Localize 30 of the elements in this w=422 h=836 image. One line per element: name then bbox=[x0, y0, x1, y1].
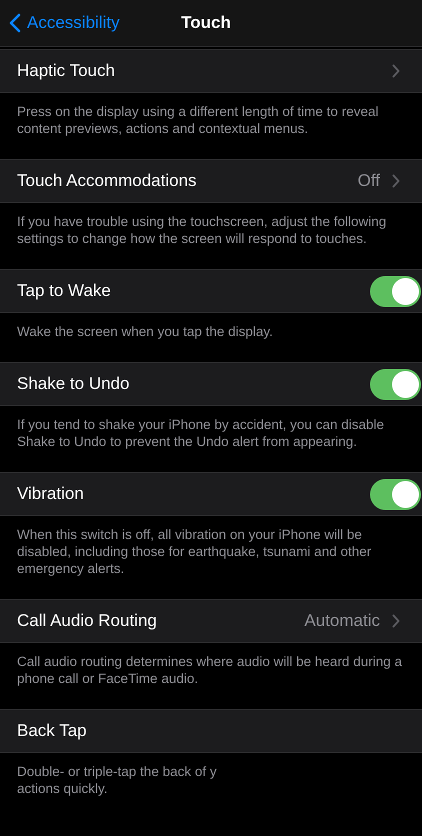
row-label: Tap to Wake bbox=[17, 281, 112, 301]
row-label: Call Audio Routing bbox=[17, 611, 158, 631]
toggle-switch[interactable] bbox=[370, 276, 421, 306]
page-title: Touch bbox=[181, 13, 231, 33]
row-value: Off bbox=[358, 171, 380, 191]
footer-text: When this switch is off, all vibration on your iPhone will be disabled, including those for earthquake, tsunami and other emergency alerts. bbox=[17, 526, 372, 577]
back-link[interactable]: Accessibility bbox=[0, 13, 120, 33]
toggle-switch[interactable] bbox=[370, 368, 421, 400]
footer-text: Double- or triple-tap the back of y bbox=[17, 763, 218, 780]
toggle-switch[interactable] bbox=[370, 478, 421, 510]
footer-text: Wake the screen when you tap the display. bbox=[17, 323, 274, 340]
row-label: Shake to Undo bbox=[17, 374, 130, 394]
settings-row[interactable]: Back Tap bbox=[0, 709, 422, 753]
chevron-icon bbox=[392, 64, 400, 78]
footer-text: If you have trouble using the touchscreen, adjust the following settings to change how the screen will respond to touches. bbox=[17, 213, 388, 247]
settings-row[interactable]: Haptic Touch bbox=[0, 49, 422, 93]
chevron-icon bbox=[392, 174, 400, 188]
footer-text: Call audio routing determines where audio will be heard during a phone call or FaceTime audio. bbox=[17, 653, 403, 687]
footer-text: actions quickly. bbox=[17, 780, 109, 797]
footer-text: If you tend to shake your iPhone by accident, you can disable Shake to Undo to prevent the Undo alert from appearing. bbox=[17, 416, 385, 450]
back-chevron-icon bbox=[9, 13, 21, 33]
settings-row[interactable]: Call Audio Routing Automatic bbox=[0, 599, 422, 643]
row-label: Back Tap bbox=[17, 721, 88, 741]
row-label: Vibration bbox=[17, 484, 85, 504]
row-label: Haptic Touch bbox=[17, 61, 116, 81]
footer-text: Press on the display using a different length of time to reveal content previews, actions and contextual menus. bbox=[17, 103, 380, 137]
row-label: Touch Accommodations bbox=[17, 171, 198, 191]
chevron-icon bbox=[392, 614, 400, 628]
settings-row[interactable]: Touch Accommodations Off bbox=[0, 159, 422, 203]
row-value: Automatic bbox=[304, 611, 380, 631]
